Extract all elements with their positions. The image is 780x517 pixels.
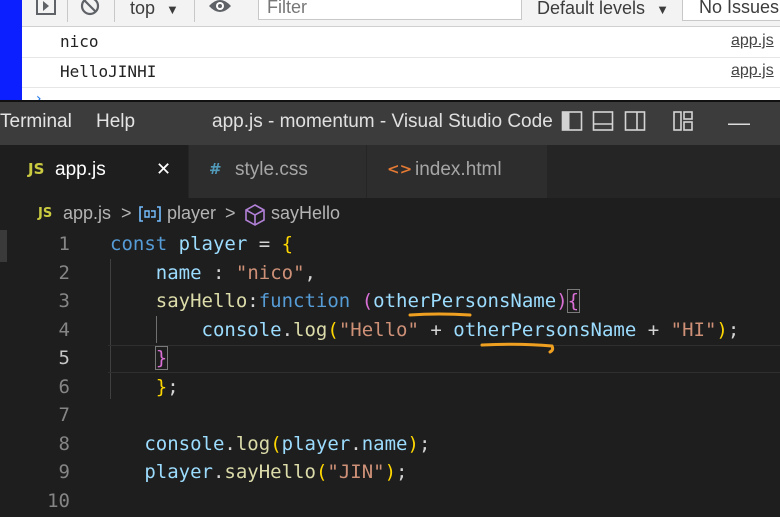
tab-style-css[interactable]: # style.css: [189, 145, 367, 198]
code-line: 7: [0, 401, 780, 430]
log-levels-select[interactable]: Default levels ▼: [537, 0, 669, 20]
line-number: 6: [58, 375, 70, 398]
line-number: 2: [58, 261, 70, 284]
code-text: const player = {: [110, 233, 294, 255]
code-text: }: [154, 346, 169, 370]
toolbar-divider: [194, 0, 195, 22]
eye-icon[interactable]: [208, 0, 231, 20]
console-toolbar: top ▼ Filter Default levels ▼ No Issues: [22, 0, 780, 27]
tab-label: style.css: [235, 159, 308, 180]
variable-icon: [138, 206, 162, 227]
log-message: HelloJINHI: [60, 62, 157, 81]
code-line: 2 name : "nico",: [0, 259, 780, 288]
code-text: console.log("Hello" + otherPersonsName +…: [201, 318, 740, 341]
breadcrumb: JS app.js > player > sayHello: [0, 198, 780, 230]
code-text: name : "nico",: [155, 261, 316, 284]
context-label: top: [130, 0, 156, 18]
line-number: 7: [58, 404, 70, 426]
code-text: sayHello:function (otherPersonsName){: [155, 289, 581, 313]
clear-console-icon[interactable]: [79, 0, 101, 20]
breadcrumb-separator: >: [225, 203, 236, 223]
line-number: 5: [58, 347, 70, 369]
line-number: 9: [58, 461, 70, 483]
log-message: nico: [60, 32, 99, 51]
line-number: 3: [58, 290, 70, 312]
toolbar-divider: [114, 0, 115, 22]
customize-layout-icon[interactable]: [672, 110, 694, 134]
underline-annotation: [408, 312, 472, 317]
line-number: 8: [58, 432, 70, 455]
code-text: player.sayHello("JIN");: [144, 461, 408, 483]
window-title: app.js - momentum - Visual Studio Code: [212, 111, 553, 132]
dropdown-icon: ▼: [656, 2, 669, 17]
vscode-titlebar: Terminal Help app.js - momentum - Visual…: [0, 100, 780, 145]
console-log-row: nico app.js: [22, 28, 780, 58]
menu-help[interactable]: Help: [96, 111, 135, 133]
code-line: 3 sayHello:function (otherPersonsName){: [0, 287, 780, 316]
current-line-highlight: [108, 345, 780, 373]
dropdown-icon: ▼: [166, 2, 179, 17]
devtools-console: top ▼ Filter Default levels ▼ No Issues …: [0, 0, 780, 100]
underline-annotation: [480, 342, 555, 354]
code-editor[interactable]: 1 const player = { 2 name : "nico", 3 sa…: [0, 230, 780, 517]
log-levels-label: Default levels: [537, 0, 646, 18]
issues-button[interactable]: No Issues: [682, 0, 780, 21]
javascript-file-icon: JS: [38, 206, 53, 221]
tab-label: app.js: [55, 159, 106, 180]
breadcrumb-method[interactable]: sayHello: [271, 203, 340, 224]
minimize-button[interactable]: —: [728, 110, 750, 136]
breadcrumb-variable[interactable]: player: [167, 203, 216, 224]
code-line: 8 console.log(player.name);: [0, 430, 780, 459]
editor-tab-bar: JS app.js ✕ # style.css <> index.html: [0, 145, 780, 198]
tab-app-js[interactable]: JS app.js ✕: [0, 145, 189, 198]
code-line: 4 console.log("Hello" + otherPersonsName…: [0, 316, 780, 345]
line-number: 4: [58, 318, 70, 341]
line-number: 10: [47, 489, 70, 512]
code-line-current: 5 }: [0, 344, 780, 373]
tab-index-html[interactable]: <> index.html: [367, 145, 548, 198]
filter-input[interactable]: Filter: [258, 0, 522, 20]
javascript-file-icon: JS: [28, 160, 45, 178]
breadcrumb-separator: >: [121, 203, 132, 223]
sidebar-icon[interactable]: [35, 0, 57, 20]
code-line: 9 player.sayHello("JIN");: [0, 458, 780, 487]
toggle-secondary-sidebar-icon[interactable]: [624, 110, 646, 134]
toolbar-divider: [67, 0, 68, 22]
code-line: 10: [0, 487, 780, 516]
code-text: };: [155, 375, 179, 398]
tab-label: index.html: [415, 159, 502, 180]
toggle-panel-icon[interactable]: [592, 110, 614, 134]
log-source-link[interactable]: app.js: [731, 32, 774, 50]
html-file-icon: <>: [387, 160, 413, 178]
close-icon[interactable]: ✕: [156, 159, 171, 180]
code-text: console.log(player.name);: [144, 432, 431, 455]
code-line: 1 const player = {: [0, 230, 780, 259]
method-icon: [244, 204, 266, 231]
css-file-icon: #: [209, 160, 222, 178]
toggle-primary-sidebar-icon[interactable]: [561, 110, 583, 134]
window-edge: [0, 0, 22, 100]
console-prompt-icon[interactable]: ›: [36, 91, 42, 100]
breadcrumb-file[interactable]: app.js: [63, 203, 111, 224]
menu-terminal[interactable]: Terminal: [0, 111, 72, 133]
line-number: 1: [58, 233, 70, 255]
context-select[interactable]: top ▼: [130, 0, 179, 20]
log-source-link[interactable]: app.js: [731, 62, 774, 80]
console-log-row: HelloJINHI app.js: [22, 58, 780, 88]
code-line: 6 };: [0, 373, 780, 402]
